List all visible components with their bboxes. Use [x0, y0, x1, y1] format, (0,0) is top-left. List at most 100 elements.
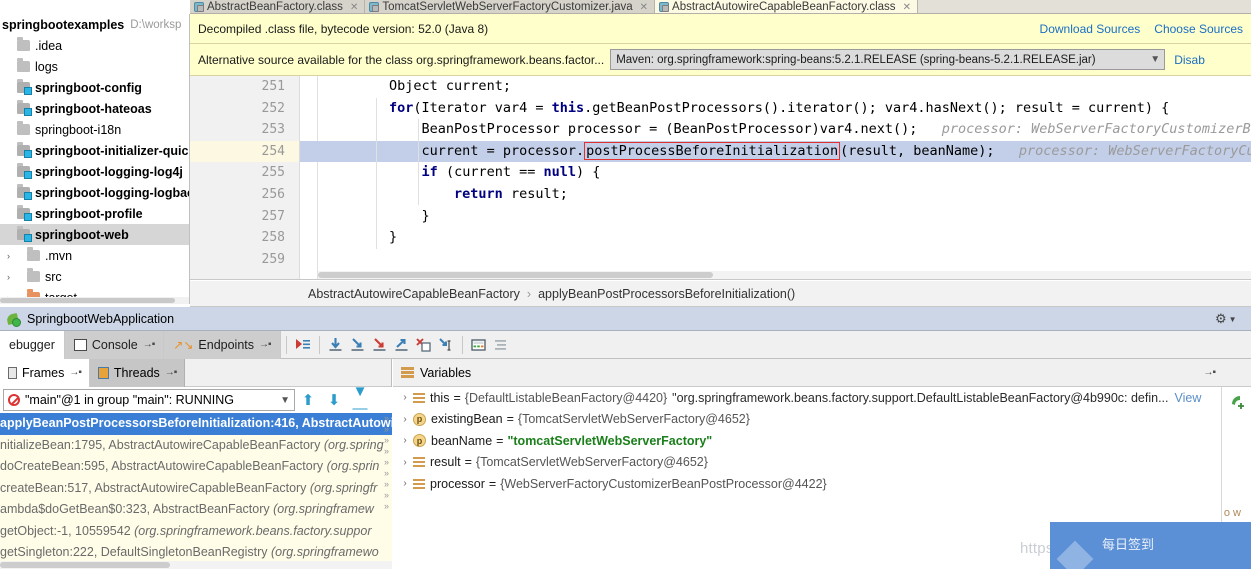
editor-code-area[interactable]: Object current; for(Iterator var4 = this…: [318, 76, 1251, 279]
step-into-icon[interactable]: [347, 334, 369, 356]
editor-hscrollbar[interactable]: [318, 271, 1251, 279]
expand-arrow-icon[interactable]: ›: [397, 435, 413, 446]
step-over-icon[interactable]: [325, 334, 347, 356]
stack-frame-row[interactable]: createBean:517, AbstractAutowireCapableB…: [0, 478, 392, 500]
code-line[interactable]: }: [318, 206, 1251, 228]
project-tree-item[interactable]: .idea: [0, 35, 189, 56]
code-editor[interactable]: 251 252 253 254 255 256 257 258 259 Object curre…: [190, 76, 1251, 280]
force-step-into-icon[interactable]: [369, 334, 391, 356]
code-line[interactable]: Object current;: [318, 76, 1251, 98]
gear-icon[interactable]: ⚙ ▼: [1215, 311, 1245, 327]
expand-arrow-icon[interactable]: ›: [397, 457, 413, 468]
stack-frame-row[interactable]: doCreateBean:595, AbstractAutowireCapabl…: [0, 456, 392, 478]
editor-tab-abstractautowirecapablebeanfactory[interactable]: AbstractAutowireCapableBeanFactory.class…: [655, 0, 918, 14]
stack-frame-row[interactable]: ambda$doGetBean$0:323, AbstractBeanFacto…: [0, 499, 392, 521]
line-number[interactable]: 257: [190, 206, 299, 228]
frames-vscrollbar[interactable]: »»» »»» »»»: [382, 413, 391, 569]
line-number[interactable]: 259: [190, 249, 299, 271]
code-line[interactable]: for(Iterator var4 = this.getBeanPostProc…: [318, 98, 1251, 120]
code-line[interactable]: return result;: [318, 184, 1251, 206]
code-line[interactable]: [318, 249, 1251, 271]
line-number[interactable]: 251: [190, 76, 299, 98]
trace-current-stream-icon[interactable]: [490, 334, 512, 356]
view-value-link[interactable]: View: [1175, 391, 1202, 405]
project-tree-hscrollbar[interactable]: [0, 297, 189, 304]
close-icon[interactable]: ✕: [350, 1, 358, 14]
variable-row[interactable]: › p existingBean = {TomcatServletWebServerFa…: [393, 409, 1221, 431]
project-tree-item[interactable]: springboot-logging-log4j: [0, 161, 189, 182]
tab-threads[interactable]: Threads →▪: [89, 358, 186, 387]
expand-arrow-icon[interactable]: ›: [2, 251, 15, 261]
code-line[interactable]: current = processor. postProcessBeforeIni…: [318, 140, 1251, 163]
add-watch-icon[interactable]: [1227, 391, 1247, 411]
line-number[interactable]: 255: [190, 162, 299, 184]
variable-row[interactable]: › processor = {WebServerFactoryCustomizerBe…: [393, 473, 1221, 495]
project-tree-item[interactable]: springboot-initializer-quick: [0, 140, 189, 161]
line-number[interactable]: 252: [190, 98, 299, 120]
project-tree-item[interactable]: springboot-web: [0, 224, 189, 245]
run-configuration-name[interactable]: SpringbootWebApplication: [27, 312, 174, 326]
tab-debugger[interactable]: ebugger: [0, 330, 65, 359]
stack-frame-row[interactable]: applyBeanPostProcessorsBeforeInitializat…: [0, 413, 392, 435]
variable-row[interactable]: › result = {TomcatServletWebServerFactory@4…: [393, 452, 1221, 474]
arrow-down-icon[interactable]: ⬇: [321, 391, 347, 409]
breadcrumb-class[interactable]: AbstractAutowireCapableBeanFactory: [308, 287, 520, 301]
daily-checkin-popup[interactable]: 每日签到: [1050, 522, 1251, 569]
close-icon[interactable]: ✕: [640, 1, 648, 14]
breadcrumb-method[interactable]: applyBeanPostProcessorsBeforeInitializat…: [538, 287, 795, 301]
variable-row[interactable]: › p beanName = "tomcatServletWebServerFactor…: [393, 430, 1221, 452]
project-tree-item[interactable]: logs: [0, 56, 189, 77]
editor-gutter[interactable]: 251 252 253 254 255 256 257 258 259: [190, 76, 300, 279]
expand-arrow-icon[interactable]: ›: [397, 392, 413, 403]
pin-icon[interactable]: →▪: [1203, 367, 1216, 378]
code-line[interactable]: BeanPostProcessor processor = (BeanPostP…: [318, 119, 1251, 141]
filter-icon[interactable]: ▼—: [347, 383, 373, 417]
project-tree-item[interactable]: springboot-profile: [0, 203, 189, 224]
expand-arrow-icon[interactable]: ›: [2, 272, 15, 282]
line-number[interactable]: 253: [190, 119, 299, 141]
editor-tab-abstractbeanfactory[interactable]: AbstractBeanFactory.class ✕: [190, 0, 366, 14]
step-out-icon[interactable]: [391, 334, 413, 356]
pin-icon[interactable]: →▪: [165, 367, 178, 378]
show-execution-point-icon[interactable]: [292, 334, 314, 356]
call-stack-list[interactable]: applyBeanPostProcessorsBeforeInitializat…: [0, 413, 392, 569]
variable-row[interactable]: › this = {DefaultListableBeanFactory@4420} "…: [393, 387, 1221, 409]
code-line[interactable]: }: [318, 227, 1251, 249]
drop-frame-icon[interactable]: [413, 334, 435, 356]
project-tree-item[interactable]: › src: [0, 266, 189, 287]
choose-sources-link[interactable]: Choose Sources: [1154, 22, 1243, 36]
stack-frame-row[interactable]: getObject:-1, 10559542 (org.springframew…: [0, 521, 392, 543]
editor-tab-tomcatservletwebserverfactorycustomizer[interactable]: TomcatServletWebServerFactoryCustomizer.…: [365, 0, 656, 14]
stack-frame-row[interactable]: nitializeBean:1795, AbstractAutowireCapa…: [0, 435, 392, 457]
line-number[interactable]: 258: [190, 227, 299, 249]
pin-icon[interactable]: →▪: [259, 339, 272, 350]
project-tree[interactable]: springbootexamples D:\worksp .idea logs sp…: [0, 14, 190, 304]
pin-icon[interactable]: →▪: [69, 367, 82, 378]
project-tree-item[interactable]: springboot-logging-logbac: [0, 182, 189, 203]
editor-fold-gutter[interactable]: [300, 76, 318, 279]
tab-endpoints[interactable]: ↗↘ Endpoints →▪: [164, 330, 281, 359]
run-to-cursor-icon[interactable]: [435, 334, 457, 356]
code-line[interactable]: if (current == null) {: [318, 162, 1251, 184]
download-sources-link[interactable]: Download Sources: [1040, 22, 1141, 36]
arrow-up-icon[interactable]: ⬆: [295, 391, 321, 409]
close-icon[interactable]: ✕: [903, 1, 911, 14]
project-tree-item[interactable]: springboot-config: [0, 77, 189, 98]
disable-link[interactable]: Disab: [1174, 53, 1205, 67]
line-number[interactable]: 254: [190, 140, 299, 163]
tab-console[interactable]: Console →▪: [64, 330, 165, 359]
project-tree-item[interactable]: springboot-hateoas: [0, 98, 189, 119]
thread-selector[interactable]: "main"@1 in group "main": RUNNING ▼: [3, 389, 295, 411]
expand-arrow-icon[interactable]: ›: [397, 414, 413, 425]
project-tree-item[interactable]: › .mvn: [0, 245, 189, 266]
project-tree-root[interactable]: springbootexamples D:\worksp: [0, 14, 189, 35]
tab-frames[interactable]: Frames →▪: [0, 358, 90, 387]
evaluate-expression-icon[interactable]: [468, 334, 490, 356]
expand-arrow-icon[interactable]: ›: [397, 478, 413, 489]
pin-icon[interactable]: →▪: [143, 339, 156, 350]
alternative-source-select[interactable]: Maven: org.springframework:spring-beans:…: [610, 49, 1166, 70]
frames-hscrollbar[interactable]: [0, 561, 392, 569]
line-number[interactable]: 256: [190, 184, 299, 206]
project-tree-item[interactable]: springboot-i18n: [0, 119, 189, 140]
breadcrumb[interactable]: AbstractAutowireCapableBeanFactory › app…: [190, 281, 1251, 307]
